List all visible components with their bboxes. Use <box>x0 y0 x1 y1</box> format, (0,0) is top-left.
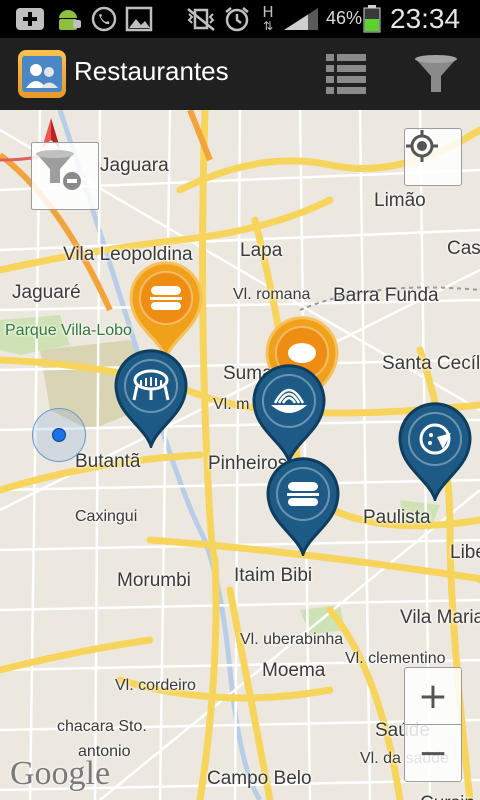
pasta-marker-icon <box>252 364 326 463</box>
clear-filter-funnel-icon <box>36 150 81 190</box>
map-label: Jaguara <box>100 155 169 176</box>
map-label: Vila Maria <box>400 607 480 628</box>
grill-marker-icon <box>114 349 188 448</box>
map-label: chacara Sto. <box>57 718 147 735</box>
pizza-marker-icon <box>398 402 472 501</box>
burger-marker-icon <box>129 261 203 360</box>
battery-icon <box>362 5 382 33</box>
add-notification-icon <box>14 6 46 32</box>
battery-percent: 46% <box>326 8 363 28</box>
map-label: Morumbi <box>117 570 191 591</box>
map-label: Caxingui <box>75 508 138 525</box>
map-label: Itaim Bibi <box>234 565 313 586</box>
clock: 23:34 <box>390 3 461 34</box>
map-label: Vl. cordeiro <box>115 677 196 694</box>
app-logo-icon[interactable] <box>18 50 66 98</box>
map-label: Limão <box>374 190 426 211</box>
map-label: Cursin <box>420 793 475 800</box>
map-label: Vl. romana <box>233 286 311 303</box>
zoom-out-button[interactable]: − <box>404 724 462 782</box>
list-icon <box>326 54 366 94</box>
android-debug-icon <box>52 6 84 32</box>
filter-funnel-icon <box>415 55 457 92</box>
map-label: Paulista <box>363 507 431 528</box>
clear-filter-button[interactable] <box>31 142 99 210</box>
gallery-icon <box>124 6 154 32</box>
zoom-in-button[interactable]: + <box>404 667 462 725</box>
filter-button[interactable] <box>408 48 464 100</box>
map-label: Cas <box>447 238 480 259</box>
map-label: Vl. m <box>213 396 250 413</box>
alarm-icon <box>222 6 252 32</box>
status-bar: H ⇅ 46% 23:34 <box>0 0 480 38</box>
map-label: Moema <box>262 660 326 681</box>
map-label: Lapa <box>240 240 283 261</box>
map-label: Santa Cecíli <box>382 353 480 374</box>
my-location-dot-icon <box>52 428 66 442</box>
google-watermark: Google <box>10 755 111 792</box>
map-label: Butantã <box>75 451 141 472</box>
list-view-button[interactable] <box>318 48 374 100</box>
app-title: Restaurantes <box>74 56 229 86</box>
map-label: Parque Villa-Lobo <box>5 322 132 339</box>
whatsapp-icon <box>88 6 120 32</box>
map-label: Vl. clementino <box>345 650 446 667</box>
signal-strength-icon <box>282 6 322 32</box>
map-label: Libe <box>450 542 480 563</box>
map-label: Barra Funda <box>333 285 439 306</box>
my-location-button[interactable] <box>404 128 462 186</box>
action-bar: Restaurantes <box>0 38 480 112</box>
map-label: Jaguaré <box>12 282 81 303</box>
map-label: Vl. uberabinha <box>240 631 344 648</box>
mute-vibrate-icon <box>184 6 218 32</box>
map-label: Campo Belo <box>207 768 312 789</box>
burger-marker-icon <box>266 457 340 556</box>
crosshair-icon <box>406 130 438 162</box>
map-view[interactable]: Jaguara Limão Cas Vila Leopoldina Lapa Jaguar… <box>0 110 480 800</box>
network-type-icon: H ⇅ <box>262 3 274 34</box>
network-type-label: H <box>262 3 274 21</box>
